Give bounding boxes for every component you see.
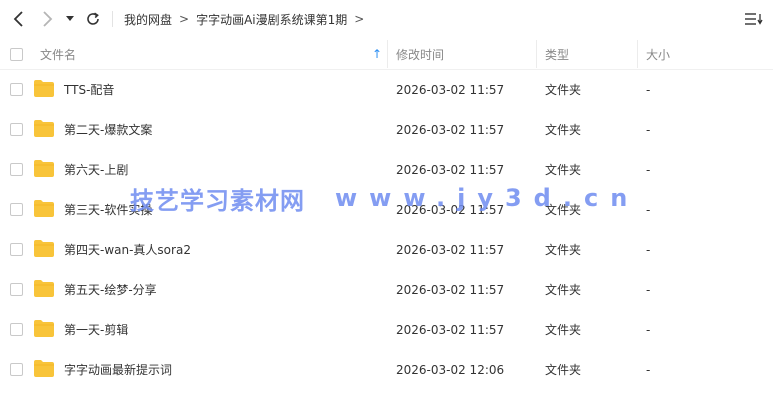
file-size: - [646, 363, 651, 377]
file-row[interactable]: 第五天-绘梦-分享 2026-03-02 11:57 文件夹 - [0, 270, 773, 310]
row-checkbox[interactable] [10, 163, 23, 176]
sort-ascending-icon[interactable]: ↑ [372, 47, 382, 61]
forward-arrow-icon[interactable] [36, 8, 58, 30]
column-modified-header[interactable]: 修改时间 [396, 38, 444, 70]
watermark-text: 技艺学习素材网 [130, 186, 305, 215]
file-modified: 2026-03-02 11:57 [396, 243, 505, 257]
file-name[interactable]: TTS-配音 [64, 70, 114, 110]
file-type: 文件夹 [545, 283, 582, 297]
file-row[interactable]: 第二天-爆款文案 2026-03-02 11:57 文件夹 - [0, 110, 773, 150]
breadcrumb-chevron-icon: > [179, 12, 190, 26]
select-all-checkbox[interactable] [10, 38, 23, 70]
row-checkbox[interactable] [10, 283, 23, 296]
watermark: 技艺学习素材网 www.jy3d.cn [130, 180, 670, 216]
file-name[interactable]: 第五天-绘梦-分享 [64, 270, 157, 310]
folder-icon [34, 320, 54, 337]
row-checkbox[interactable] [10, 83, 23, 96]
column-size-header[interactable]: 大小 [646, 38, 670, 70]
file-list-header: 文件名 ↑ 修改时间 类型 大小 [0, 38, 773, 70]
file-row[interactable]: 第四天-wan-真人sora2 2026-03-02 11:57 文件夹 - [0, 230, 773, 270]
breadcrumb-current-folder[interactable]: 字字动画Ai漫剧系统课第1期 [192, 11, 351, 28]
row-checkbox[interactable] [10, 203, 23, 216]
watermark-url: www.jy3d.cn [335, 184, 640, 212]
row-checkbox[interactable] [10, 243, 23, 256]
refresh-icon[interactable] [82, 8, 104, 30]
row-checkbox[interactable] [10, 363, 23, 376]
folder-icon [34, 280, 54, 297]
file-modified: 2026-03-02 11:57 [396, 83, 505, 97]
file-list: TTS-配音 2026-03-02 11:57 文件夹 - 第二天-爆款文案 2… [0, 70, 773, 390]
history-dropdown-icon[interactable] [62, 8, 78, 30]
file-name[interactable]: 第二天-爆款文案 [64, 110, 152, 150]
file-size: - [646, 83, 651, 97]
file-row[interactable]: TTS-配音 2026-03-02 11:57 文件夹 - [0, 70, 773, 110]
file-modified: 2026-03-02 12:06 [396, 363, 505, 377]
folder-icon [34, 200, 54, 217]
file-size: - [646, 123, 651, 137]
column-type-header[interactable]: 类型 [545, 38, 569, 70]
file-modified: 2026-03-02 11:57 [396, 323, 505, 337]
file-name[interactable]: 字字动画最新提示词 [64, 350, 172, 390]
column-name-header[interactable]: 文件名 [40, 38, 76, 70]
file-size: - [646, 323, 651, 337]
file-name[interactable]: 第六天-上剧 [64, 150, 128, 190]
file-type: 文件夹 [545, 363, 582, 377]
folder-icon [34, 240, 54, 257]
file-type: 文件夹 [545, 243, 582, 257]
file-modified: 2026-03-02 11:57 [396, 123, 505, 137]
folder-icon [34, 120, 54, 137]
file-size: - [646, 283, 651, 297]
file-name[interactable]: 第四天-wan-真人sora2 [64, 230, 191, 270]
file-name[interactable]: 第一天-剪辑 [64, 310, 128, 350]
folder-icon [34, 80, 54, 97]
file-type: 文件夹 [545, 83, 582, 97]
toolbar: 我的网盘 > 字字动画Ai漫剧系统课第1期 > [0, 0, 773, 38]
column-divider [387, 40, 388, 68]
file-row[interactable]: 第一天-剪辑 2026-03-02 11:57 文件夹 - [0, 310, 773, 350]
column-divider [637, 40, 638, 68]
file-modified: 2026-03-02 11:57 [396, 283, 505, 297]
column-divider [536, 40, 537, 68]
row-checkbox[interactable] [10, 123, 23, 136]
file-type: 文件夹 [545, 323, 582, 337]
file-size: - [646, 243, 651, 257]
folder-icon [34, 360, 54, 377]
breadcrumb-chevron-icon[interactable]: > [351, 12, 367, 26]
folder-icon [34, 160, 54, 177]
sort-menu-icon[interactable] [743, 9, 763, 29]
row-checkbox[interactable] [10, 323, 23, 336]
back-arrow-icon[interactable] [8, 8, 30, 30]
breadcrumb-root[interactable]: 我的网盘 [112, 11, 176, 28]
file-row[interactable]: 字字动画最新提示词 2026-03-02 12:06 文件夹 - [0, 350, 773, 390]
file-type: 文件夹 [545, 123, 582, 137]
breadcrumb: 我的网盘 > 字字动画Ai漫剧系统课第1期 > [112, 0, 367, 38]
